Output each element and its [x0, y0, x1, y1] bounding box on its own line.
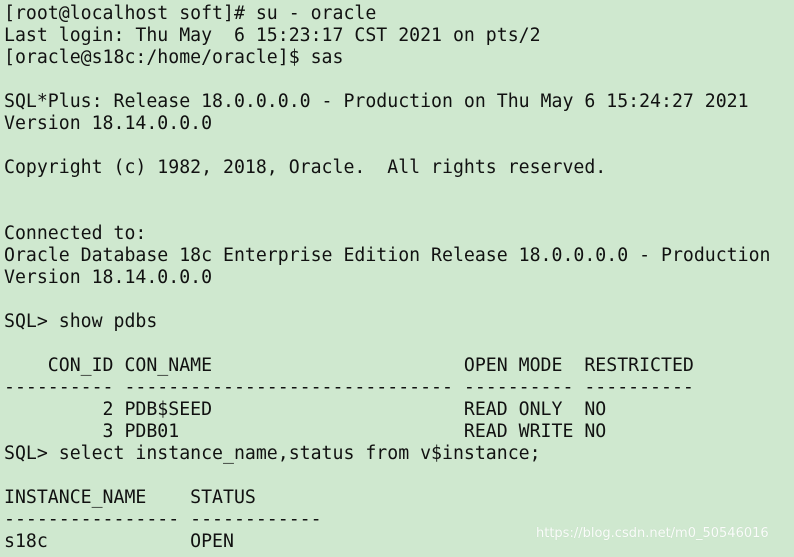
pdbs-row-pdb01: 3 PDB01 READ WRITE NO: [4, 421, 607, 442]
pdbs-header-row: CON_ID CON_NAME OPEN MODE RESTRICTED: [4, 355, 694, 376]
prompt-su-oracle: [root@localhost soft]# su - oracle: [4, 3, 377, 24]
instance-separator-row: ---------------- ------------: [4, 509, 322, 530]
terminal-window[interactable]: [root@localhost soft]# su - oracle Last …: [0, 0, 794, 557]
prompt-sas: [oracle@s18c:/home/oracle]$ sas: [4, 47, 344, 68]
connected-to-line: Connected to:: [4, 223, 147, 244]
sqlplus-version: Version 18.14.0.0.0: [4, 113, 213, 134]
sqlplus-banner: SQL*Plus: Release 18.0.0.0.0 - Productio…: [4, 91, 749, 112]
instance-row-s18c: s18c OPEN: [4, 531, 234, 552]
sql-show-pdbs-command: SQL> show pdbs: [4, 311, 158, 332]
pdbs-row-pdb-seed: 2 PDB$SEED READ ONLY NO: [4, 399, 607, 420]
watermark-text: https://blog.csdn.net/m0_50546016: [536, 526, 769, 541]
pdbs-separator-row: ---------- -----------------------------…: [4, 377, 694, 398]
last-login-line: Last login: Thu May 6 15:23:17 CST 2021 …: [4, 25, 541, 46]
instance-header-row: INSTANCE_NAME STATUS: [4, 487, 256, 508]
database-version-line: Version 18.14.0.0.0: [4, 267, 213, 288]
sql-select-instance-command: SQL> select instance_name,status from v$…: [4, 443, 541, 464]
copyright-line: Copyright (c) 1982, 2018, Oracle. All ri…: [4, 157, 607, 178]
database-edition-line: Oracle Database 18c Enterprise Edition R…: [4, 245, 771, 266]
